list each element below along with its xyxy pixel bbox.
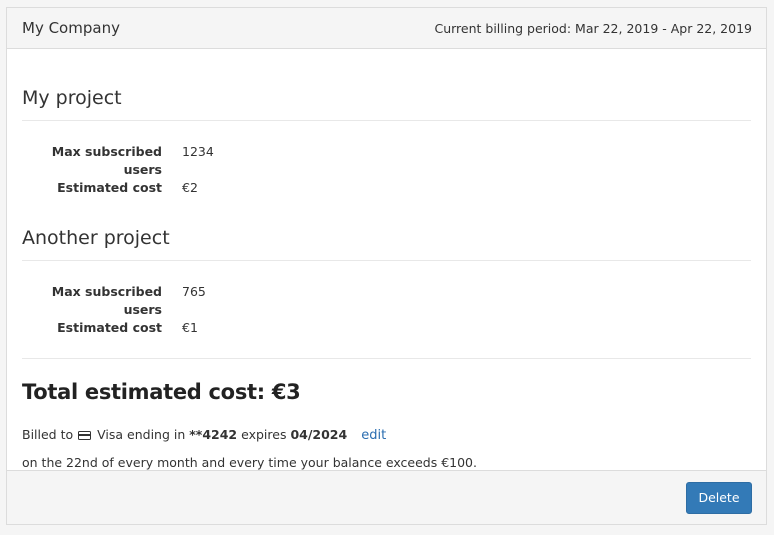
expires-date: 04/2024 <box>290 427 348 442</box>
detail-value: 1234 <box>182 144 214 159</box>
credit-card-icon <box>78 431 92 440</box>
detail-label: Max subscribed users <box>51 284 162 317</box>
billing-info: Billed to Visa ending in **4242 expires … <box>22 425 751 473</box>
detail-value: €2 <box>182 180 198 195</box>
project-title: Another project <box>22 197 751 261</box>
project-title: My project <box>22 49 751 121</box>
panel-header: My Company Current billing period: Mar 2… <box>7 8 766 49</box>
detail-row: Estimated cost €1 <box>22 319 751 337</box>
detail-row: Max subscribed users 765 <box>22 283 751 319</box>
detail-value: €1 <box>182 320 198 335</box>
detail-label: Max subscribed users <box>51 144 162 177</box>
billing-panel: My Company Current billing period: Mar 2… <box>6 7 767 525</box>
billed-to-label: Billed to <box>22 427 74 442</box>
detail-row: Estimated cost €2 <box>22 179 751 197</box>
detail-row: Max subscribed users 1234 <box>22 143 751 179</box>
detail-label: Estimated cost <box>57 320 162 335</box>
project-details: Max subscribed users 1234 Estimated cost… <box>22 121 751 197</box>
billing-period: Current billing period: Mar 22, 2019 - A… <box>434 20 752 36</box>
total-estimated-cost: Total estimated cost: €3 <box>22 380 301 404</box>
detail-label: Estimated cost <box>57 180 162 195</box>
company-name: My Company <box>22 19 120 37</box>
card-number: **4242 <box>189 427 238 442</box>
panel-body: My project Max subscribed users 1234 Est… <box>7 49 766 473</box>
billing-line: Billed to Visa ending in **4242 expires … <box>22 425 751 446</box>
expires-text: expires <box>241 427 287 442</box>
delete-button[interactable]: Delete <box>686 481 752 514</box>
detail-value: 765 <box>182 284 206 299</box>
edit-payment-link[interactable]: edit <box>361 428 386 443</box>
panel-footer: Delete <box>7 470 766 524</box>
project-details: Max subscribed users 765 Estimated cost … <box>22 261 751 337</box>
card-text: Visa ending in <box>97 427 186 442</box>
